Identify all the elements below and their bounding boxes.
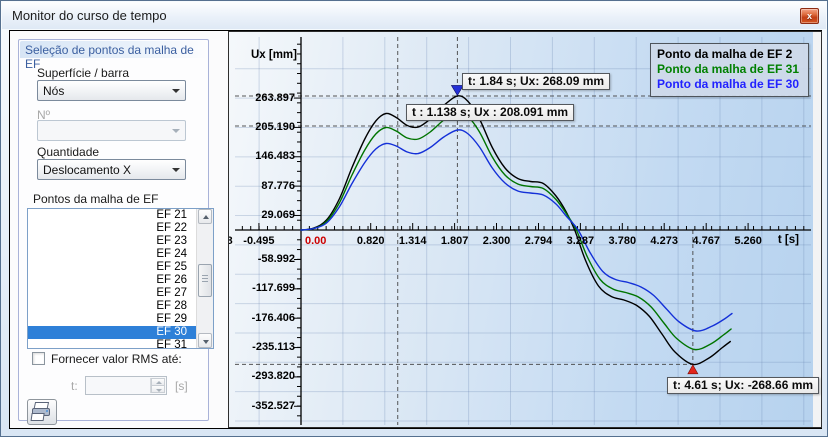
list-item[interactable]: EF 25 — [28, 261, 213, 274]
x-tick-label: 3.287 — [566, 235, 595, 247]
surface-bar-label: Superfície / barra — [37, 66, 130, 80]
y-tick-label: -352.527 — [251, 399, 295, 412]
printer-icon — [30, 402, 50, 421]
x-tick-label: 4.273 — [650, 235, 678, 247]
arrow-down-icon — [203, 340, 209, 344]
list-item[interactable]: EF 28 — [28, 300, 213, 313]
number-select — [37, 120, 186, 141]
rms-time-spinner — [85, 376, 167, 395]
scrollbar-thumb[interactable] — [198, 264, 212, 297]
rms-checkbox[interactable] — [32, 352, 45, 365]
selection-group-box: Seleção de pontos da malha de EF Superfí… — [18, 39, 214, 425]
points-list-label: Pontos da malha de EF — [33, 192, 159, 206]
seconds-unit-label: [s] — [175, 379, 188, 393]
chart-tooltip-cursor: t : 1.138 s; Ux : 208.091 mm — [406, 104, 575, 121]
thumb-grip-icon — [202, 278, 208, 279]
arrow-up-icon — [203, 215, 209, 219]
y-tick-label: -117.699 — [252, 282, 295, 295]
quantity-value: Deslocamento X — [43, 163, 132, 177]
dialog-client-area: Seleção de pontos da malha de EF Superfí… — [9, 30, 822, 429]
y-tick-label: 87.776 — [261, 179, 295, 192]
list-item[interactable]: EF 26 — [28, 274, 213, 287]
chevron-down-icon — [172, 168, 180, 172]
x-tick-label: 1.807 — [440, 235, 469, 247]
legend-entry: Ponto da malha de EF 2 — [657, 47, 793, 61]
y-tick-label: -235.113 — [252, 341, 295, 354]
list-item[interactable]: EF 31 — [28, 339, 213, 348]
dialog-window: Monitor do curso de tempo x Seleção de p… — [0, 0, 828, 437]
y-tick-label: 146.483 — [255, 150, 295, 163]
legend-entry: Ponto da malha de EF 31 — [657, 62, 800, 76]
spinner-buttons — [150, 378, 165, 393]
x-tick-label: 2.794 — [524, 235, 553, 247]
arrow-up-icon — [156, 381, 162, 384]
list-item[interactable]: EF 22 — [28, 222, 213, 235]
chevron-down-icon — [172, 129, 180, 133]
window-title: Monitor do curso de tempo — [12, 8, 167, 23]
x-tick-label: 0.820 — [356, 235, 385, 247]
list-item[interactable]: EF 21 — [28, 209, 213, 222]
print-button[interactable] — [27, 399, 57, 425]
x-tick-label: 3.780 — [608, 235, 637, 247]
y-tick-label: -293.820 — [251, 370, 295, 383]
list-item[interactable]: EF 29 — [28, 313, 213, 326]
list-item[interactable]: EF 27 — [28, 287, 213, 300]
close-icon: x — [806, 11, 812, 21]
x-tick-label: 2.300 — [482, 235, 511, 247]
list-item[interactable]: EF 24 — [28, 248, 213, 261]
spin-down-button — [151, 385, 165, 393]
x-tick-label: -0.495 — [243, 235, 275, 247]
list-item[interactable]: EF 30 — [28, 326, 213, 339]
list-item[interactable]: EF 23 — [28, 235, 213, 248]
surface-bar-value: Nós — [43, 84, 65, 98]
close-button[interactable]: x — [800, 8, 819, 24]
quantity-label: Quantidade — [37, 145, 100, 159]
min-marker-icon — [687, 364, 699, 375]
x-tick-label: 1.314 — [398, 235, 427, 247]
chevron-down-icon — [172, 89, 180, 93]
fe-points-list[interactable]: EF 21 EF 22 EF 23 EF 24 EF 25 EF 26 EF 27 EF 28… — [27, 208, 214, 349]
chart-legend: Ponto da malha de EF 2 Ponto da malha de … — [650, 43, 809, 97]
list-scrollbar[interactable] — [196, 209, 213, 348]
chart-tooltip-max: t: 1.84 s; Ux: 268.09 mm — [462, 73, 611, 90]
arrow-down-icon — [156, 389, 162, 392]
y-tick-label: 263.897 — [255, 91, 295, 104]
time-course-chart[interactable]: Ux [mm] t [s] 263.897 205.190 146.483 87.77… — [228, 31, 822, 428]
y-axis-title: Ux [mm] — [250, 49, 297, 61]
surface-bar-select[interactable]: Nós — [37, 80, 186, 101]
group-box-title: Seleção de pontos da malha de EF — [20, 41, 207, 71]
scroll-up-button[interactable] — [198, 209, 212, 224]
quantity-select[interactable]: Deslocamento X — [37, 159, 186, 180]
rms-checkbox-label: Fornecer valor RMS até: — [51, 352, 182, 366]
chart-right-margin — [813, 32, 821, 427]
scroll-down-button[interactable] — [198, 333, 212, 348]
chart-tooltip-min: t: 4.61 s; Ux: -268.66 mm — [667, 377, 820, 394]
y-tick-label: -176.406 — [251, 311, 295, 324]
x-tick-label: 5.260 — [734, 235, 762, 247]
legend-entry: Ponto da malha de EF 30 — [657, 77, 800, 91]
x-tick-label: 4.767 — [692, 235, 720, 247]
y-tick-label: 29.069 — [261, 209, 295, 221]
t-label: t: — [71, 379, 78, 393]
title-bar[interactable]: Monitor do curso de tempo x — [2, 2, 826, 29]
x-tick-label-zero: 0.00 — [305, 235, 327, 247]
y-tick-label: 205.190 — [255, 120, 295, 133]
y-tick-label: -58.992 — [257, 253, 295, 265]
